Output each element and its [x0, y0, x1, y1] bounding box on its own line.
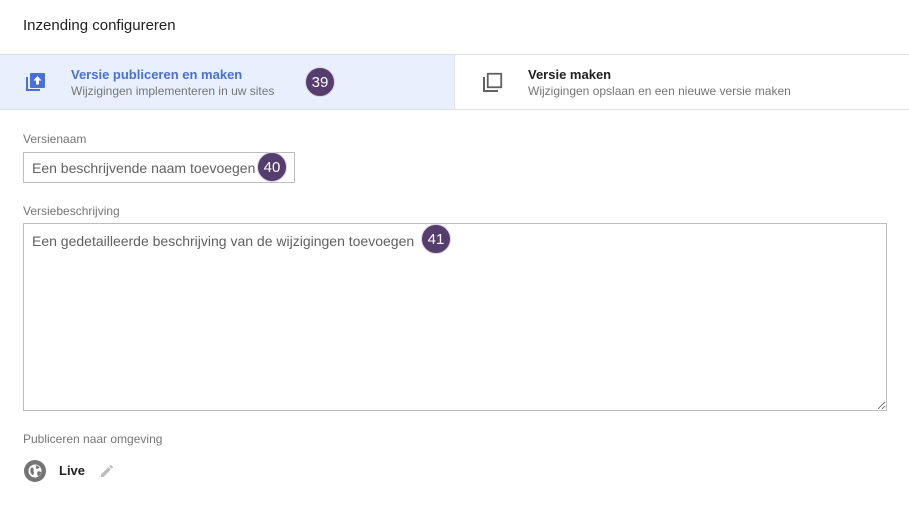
step-badge: 40 — [257, 152, 287, 182]
publish-option-subtitle: Wijzigingen implementeren in uw sites — [71, 84, 275, 98]
version-name-label: Versienaam — [23, 132, 87, 146]
submission-options: Versie publiceren en maken Wijzigingen i… — [0, 54, 909, 110]
version-option-subtitle: Wijzigingen opslaan en een nieuwe versie… — [528, 84, 791, 98]
environment-label: Publiceren naar omgeving — [23, 432, 163, 446]
page-title: Inzending configureren — [23, 17, 176, 34]
submission-config-page: Inzending configureren Versie publiceren… — [0, 0, 909, 506]
version-icon — [480, 71, 504, 95]
create-version-option[interactable]: Versie maken Wijzigingen opslaan en een … — [455, 55, 909, 109]
edit-pencil-icon[interactable] — [99, 463, 115, 479]
version-name-input[interactable] — [23, 152, 295, 183]
step-badge: 41 — [421, 224, 451, 254]
publish-and-create-option[interactable]: Versie publiceren en maken Wijzigingen i… — [0, 55, 455, 109]
version-description-label: Versiebeschrijving — [23, 204, 120, 218]
version-option-title: Versie maken — [528, 67, 612, 82]
publish-option-title: Versie publiceren en maken — [71, 67, 243, 82]
version-description-textarea[interactable] — [23, 223, 887, 411]
environment-name: Live — [59, 463, 86, 478]
publish-icon — [23, 71, 47, 95]
globe-icon — [23, 459, 47, 483]
step-badge: 39 — [305, 67, 335, 97]
